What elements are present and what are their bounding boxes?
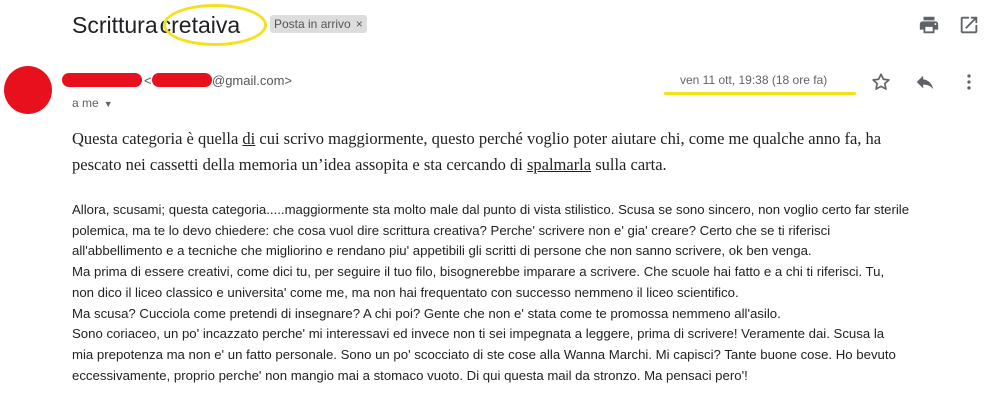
body-line: Sono coriaceo, un po' incazzato perche' …: [72, 326, 885, 342]
star-icon[interactable]: [870, 71, 892, 93]
date-highlight-underline: [664, 92, 856, 95]
email-subject: Scritturacretaiva: [72, 12, 240, 39]
sender-email-domain: @gmail.com>: [212, 73, 293, 88]
printer-icon[interactable]: [918, 14, 940, 36]
quoted-line-2: pescato nei cassetti della memoria un’id…: [72, 152, 972, 178]
sender-email-open-bracket: <: [144, 73, 152, 88]
more-vertical-icon[interactable]: [958, 71, 980, 93]
message-body: Allora, scusami; questa categoria.....ma…: [72, 200, 987, 386]
remove-label-button[interactable]: ×: [356, 15, 363, 33]
body-line: mia prepotenza ma non e' un fatto person…: [72, 346, 896, 362]
chevron-down-icon: ▼: [103, 99, 113, 109]
quoted-text-d: sulla carta.: [591, 155, 667, 174]
body-line: Ma prima di essere creativi, come dici t…: [72, 264, 885, 280]
sender-email-user-redacted: [152, 73, 212, 87]
subject-word-1: Scrittura: [72, 12, 158, 38]
inbox-label-chip: Posta in arrivo ×: [270, 15, 367, 33]
body-line: all'abbellimento e a tecniche che miglio…: [72, 243, 812, 259]
body-line: eccessivamente, proprio perche' non mang…: [72, 367, 748, 383]
inbox-label-text: Posta in arrivo: [274, 17, 351, 31]
subject-word-2: cretaiva: [159, 12, 241, 38]
quoted-line-1: Questa categoria è quella di cui scrivo …: [72, 126, 972, 152]
quoted-text-di: di: [242, 129, 256, 148]
body-line: Allora, scusami; questa categoria.....ma…: [72, 202, 910, 217]
quoted-text-spalmarla: spalmarla: [526, 155, 592, 174]
quoted-original-text: Questa categoria è quella di cui scrivo …: [72, 126, 972, 178]
sender-name-redacted: [62, 73, 142, 87]
open-in-new-icon[interactable]: [958, 14, 980, 36]
quoted-text-b: cui scrivo maggiormente, questo perché v…: [255, 129, 882, 148]
body-line: Ma scusa? Cucciola come pretendi di inse…: [72, 305, 781, 321]
recipient-label: a me: [72, 96, 99, 110]
quoted-text-a: Questa categoria è quella: [72, 129, 243, 148]
reply-icon[interactable]: [914, 71, 936, 93]
recipient-dropdown[interactable]: a me ▼: [72, 96, 113, 110]
message-date: ven 11 ott, 19:38 (18 ore fa): [680, 73, 828, 87]
sender-avatar-redacted: [4, 66, 52, 114]
body-line: non dico il liceo classico e universita'…: [72, 284, 739, 300]
quoted-text-c: pescato nei cassetti della memoria un’id…: [72, 155, 527, 174]
body-line: polemica, ma te lo devo chiedere: che co…: [72, 222, 831, 238]
